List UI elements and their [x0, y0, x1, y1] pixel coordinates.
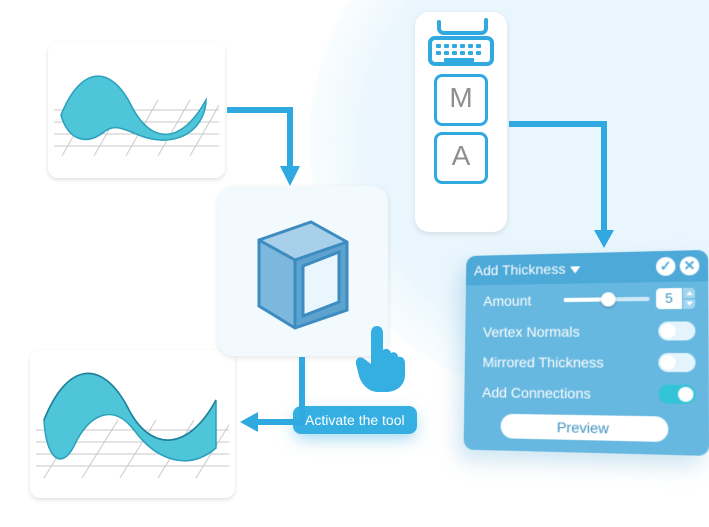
preview-button[interactable]: Preview: [501, 414, 669, 442]
panel-confirm-button[interactable]: ✓: [656, 257, 675, 276]
arrow-tool-to-output: [234, 356, 314, 446]
wave-surface-input: [56, 60, 216, 160]
shortcut-key-a: A: [434, 132, 488, 184]
input-surface-tile: [48, 42, 225, 178]
cube-icon: [243, 206, 363, 334]
collapse-icon: [570, 266, 580, 273]
vertex-normals-toggle[interactable]: [658, 321, 695, 340]
keyboard-shortcut-card: M A: [415, 12, 507, 232]
amount-slider[interactable]: [564, 297, 650, 302]
output-surface-tile: [30, 350, 235, 498]
hand-pointer-icon: [350, 320, 410, 394]
wave-surface-output: [38, 360, 228, 480]
amount-label: Amount: [483, 292, 563, 309]
panel-title: Add Thickness: [474, 261, 566, 279]
amount-stepper[interactable]: [682, 288, 695, 309]
vertex-normals-label: Vertex Normals: [483, 323, 658, 340]
keyboard-icon: [426, 18, 496, 68]
arrow-keyboard-to-panel: [508, 118, 628, 258]
arrow-input-to-tool: [226, 104, 316, 194]
shortcut-key-m: M: [434, 74, 488, 126]
amount-value[interactable]: 5: [656, 288, 682, 309]
panel-close-button[interactable]: ✕: [680, 256, 700, 275]
add-connections-label: Add Connections: [482, 384, 658, 402]
properties-panel: Add Thickness ✓ ✕ Amount 5 Vertex Normal…: [464, 250, 709, 456]
mirrored-thickness-toggle[interactable]: [658, 353, 695, 372]
mirrored-thickness-label: Mirrored Thickness: [482, 354, 658, 371]
add-connections-toggle[interactable]: [658, 385, 695, 405]
